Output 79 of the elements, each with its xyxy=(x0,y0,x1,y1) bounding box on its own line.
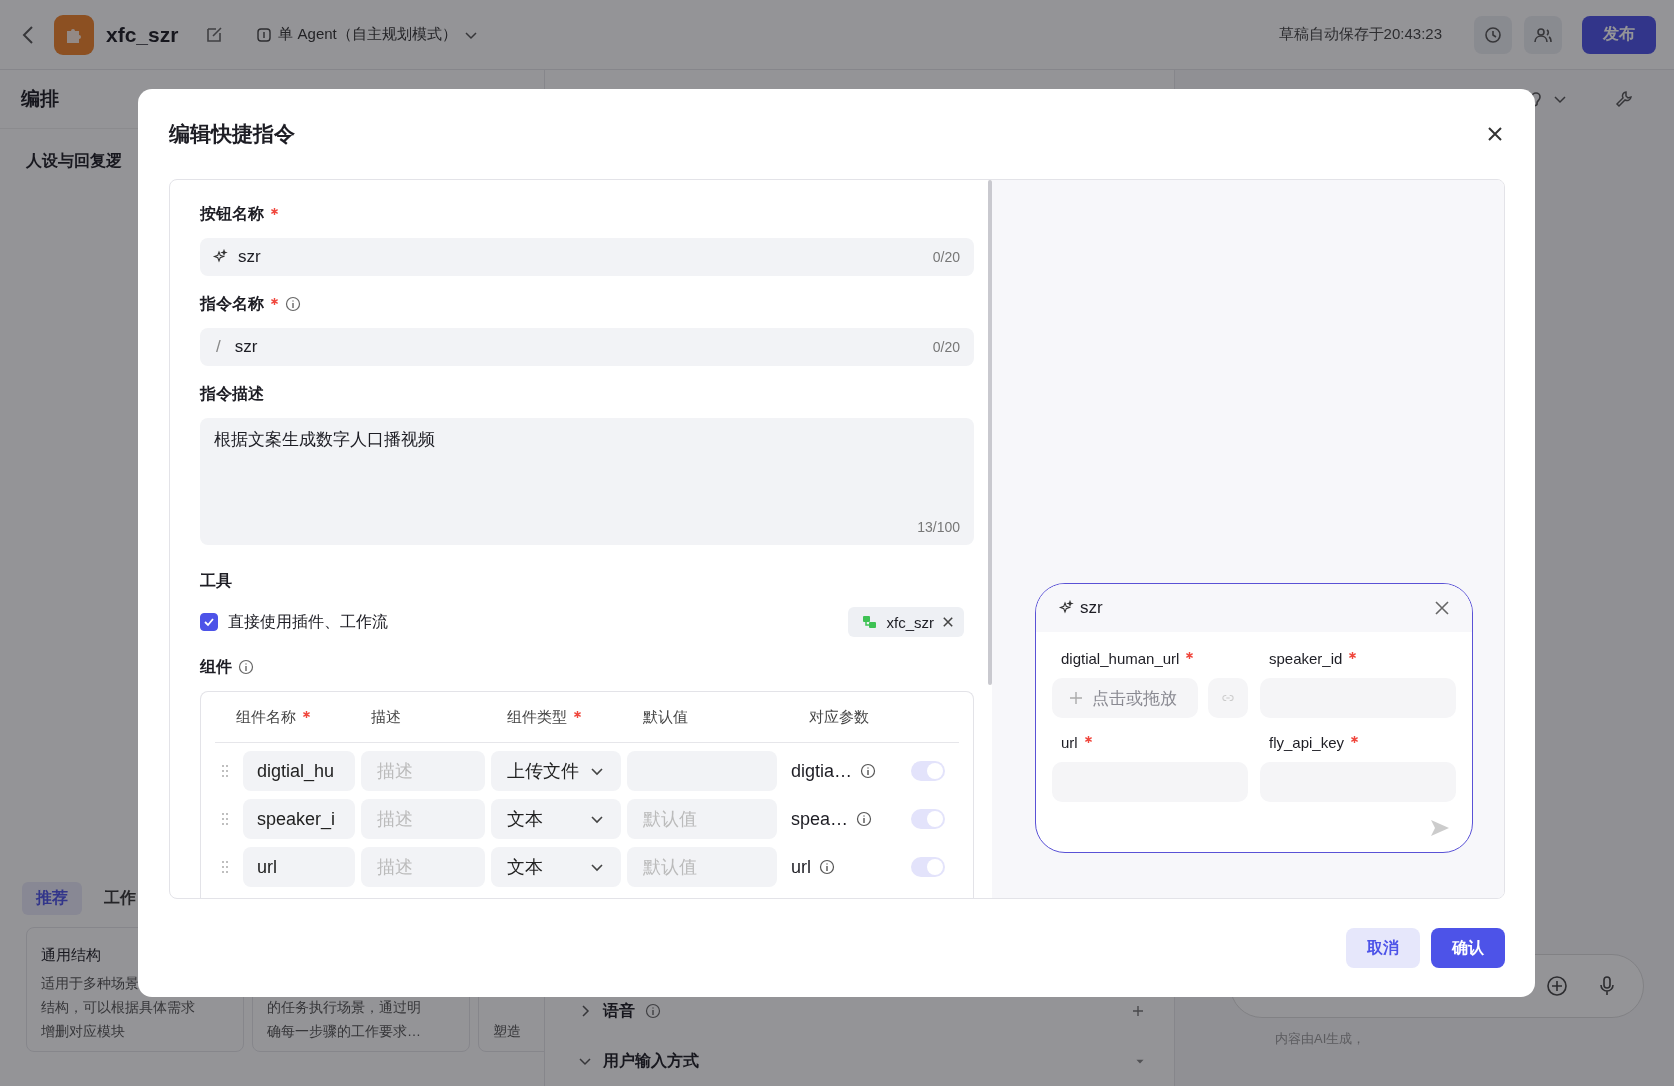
parameter-label: speaker_id xyxy=(1269,649,1343,667)
checkbox-label: 直接使用插件、工作流 xyxy=(228,611,388,632)
sparkle-icon xyxy=(212,249,228,265)
back-icon[interactable] xyxy=(22,24,34,45)
default-value-field[interactable]: 默认值 xyxy=(627,799,777,839)
app-logo-icon xyxy=(54,14,94,55)
add-icon[interactable] xyxy=(1130,1003,1146,1019)
template-description: 适用于多种场景 xyxy=(41,975,140,993)
component-description-field[interactable]: 描述 xyxy=(361,751,485,791)
field-label: 指令名称 xyxy=(200,293,264,314)
sparkle-icon xyxy=(1058,600,1074,616)
parameter-name: spea… xyxy=(791,808,849,830)
field-label: 组件 xyxy=(200,656,232,677)
history-button[interactable] xyxy=(1474,15,1512,54)
component-description-field[interactable]: 描述 xyxy=(361,847,485,887)
app-name: xfc_szr xyxy=(106,22,179,47)
checkbox[interactable] xyxy=(200,613,218,631)
category-tab[interactable]: 工作 xyxy=(90,882,150,915)
field-label: 指令描述 xyxy=(200,383,264,404)
info-icon xyxy=(819,859,835,875)
edit-icon[interactable] xyxy=(204,24,225,45)
confirm-button[interactable]: 确认 xyxy=(1431,928,1505,968)
toggle-switch[interactable] xyxy=(911,809,945,829)
column-header: 组件名称 xyxy=(236,707,296,727)
check-icon xyxy=(203,616,215,628)
command-name-field[interactable]: / szr 0/20 xyxy=(200,328,974,366)
template-description: 增删对应模块 xyxy=(41,1023,126,1041)
component-type-select[interactable]: 文本 xyxy=(491,847,621,887)
info-icon xyxy=(856,811,873,827)
column-header: 组件类型 xyxy=(507,707,567,727)
component-name-field[interactable]: speaker_i xyxy=(243,799,355,839)
plus-icon xyxy=(1068,690,1084,706)
persona-label: 人设与回复逻 xyxy=(26,151,122,171)
template-description: 确每一步骤的工作要求… xyxy=(267,1023,422,1041)
toggle-switch[interactable] xyxy=(911,761,945,781)
wrench-icon[interactable] xyxy=(1614,89,1634,109)
field-label: 按钮名称 xyxy=(200,203,264,224)
component-type-select[interactable]: 上传文件 xyxy=(491,751,621,791)
info-icon xyxy=(860,763,877,779)
template-description: 塑造 xyxy=(493,1023,522,1041)
setting-label: 用户输入方式 xyxy=(603,1050,699,1071)
history-icon xyxy=(1483,24,1503,45)
drag-handle-icon[interactable] xyxy=(221,860,229,874)
description-field[interactable]: 根据文案生成数字人口播视频 13/100 xyxy=(200,418,974,545)
setting-label: 语音 xyxy=(603,1000,635,1021)
section-title: 编排 xyxy=(21,87,59,111)
add-icon[interactable] xyxy=(1545,974,1569,998)
parameter-name: digtia… xyxy=(791,760,853,782)
drag-handle-icon[interactable] xyxy=(221,812,229,826)
preview-title: szr xyxy=(1080,598,1103,618)
mode-selector[interactable]: 单 Agent（自主规划模式） xyxy=(250,24,485,45)
button-name-field[interactable]: szr 0/20 xyxy=(200,238,974,276)
parameter-label: url xyxy=(1061,733,1078,751)
parameter-label: digtial_human_url xyxy=(1061,649,1180,667)
cancel-button[interactable]: 取消 xyxy=(1346,928,1420,968)
component-type-select[interactable]: 文本 xyxy=(491,799,621,839)
parameter-name: url xyxy=(791,856,811,878)
component-name-field[interactable]: url xyxy=(243,847,355,887)
component-description-field[interactable]: 描述 xyxy=(361,799,485,839)
column-header: 默认值 xyxy=(643,707,688,727)
parameter-label: fly_api_key xyxy=(1269,733,1345,751)
template-title: 通用结构 xyxy=(41,946,102,965)
dialog-title: 编辑快捷指令 xyxy=(169,121,295,147)
agent-icon xyxy=(256,26,273,43)
collaborators-button[interactable] xyxy=(1524,15,1562,54)
close-icon[interactable] xyxy=(942,616,954,628)
link-icon xyxy=(1222,692,1234,704)
template-description: 结构，可以根据具体需求 xyxy=(41,999,196,1017)
template-description: 的任务执行场景，通过明 xyxy=(267,999,422,1017)
component-name-field[interactable]: digtial_hu xyxy=(243,751,355,791)
toggle-switch[interactable] xyxy=(911,857,945,877)
workflow-icon xyxy=(862,614,879,630)
drag-handle-icon[interactable] xyxy=(221,764,229,778)
autosave-status: 草稿自动保存于20:43:23 xyxy=(1278,25,1442,44)
default-value-field[interactable]: 默认值 xyxy=(627,847,777,887)
tool-chip[interactable]: xfc_szr xyxy=(848,607,964,637)
column-header: 描述 xyxy=(371,707,401,727)
column-header: 对应参数 xyxy=(809,707,869,727)
field-label: 工具 xyxy=(200,570,232,591)
